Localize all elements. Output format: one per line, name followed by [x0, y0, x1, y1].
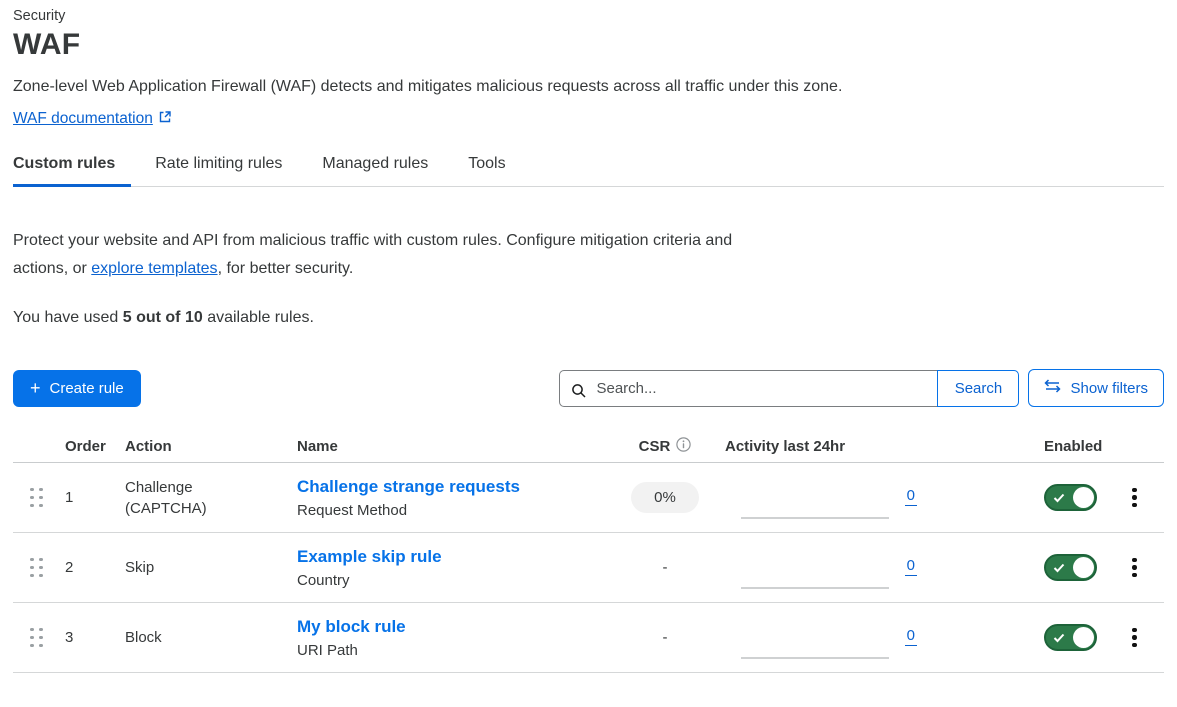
- tab-managed-rules[interactable]: Managed rules: [322, 155, 444, 186]
- drag-handle[interactable]: [30, 558, 43, 578]
- table-row: 2 Skip Example skip rule Country - 0: [13, 533, 1164, 603]
- usage-before: You have used: [13, 309, 123, 326]
- table-row: 3 Block My block rule URI Path - 0: [13, 603, 1164, 673]
- tab-custom-rules[interactable]: Custom rules: [13, 155, 131, 186]
- toolbar: + Create rule Search Show filters: [13, 369, 1164, 407]
- check-icon: [1053, 563, 1065, 573]
- enabled-toggle[interactable]: [1044, 624, 1097, 651]
- activity-sparkline: [741, 517, 889, 519]
- activity-sparkline: [741, 657, 889, 659]
- rule-name-link[interactable]: Example skip rule: [297, 547, 619, 567]
- header-name: Name: [283, 438, 619, 455]
- header-enabled: Enabled: [1034, 438, 1124, 455]
- intro-text: Protect your website and API from malici…: [13, 227, 758, 283]
- tab-rate-limiting-rules[interactable]: Rate limiting rules: [155, 155, 298, 186]
- toggle-knob: [1073, 627, 1094, 648]
- show-filters-label: Show filters: [1070, 380, 1148, 397]
- search-input[interactable]: [559, 370, 937, 407]
- check-icon: [1053, 493, 1065, 503]
- create-rule-label: Create rule: [50, 380, 124, 397]
- row-menu-button[interactable]: [1124, 482, 1145, 514]
- table-header-row: Order Action Name CSR Activity last 24hr…: [13, 431, 1164, 463]
- rule-name-link[interactable]: My block rule: [297, 617, 619, 637]
- header-csr: CSR: [619, 437, 711, 456]
- external-link-icon: [158, 110, 172, 129]
- explore-templates-link[interactable]: explore templates: [91, 260, 217, 277]
- activity-sparkline: [741, 587, 889, 589]
- enabled-toggle[interactable]: [1044, 484, 1097, 511]
- plus-icon: +: [30, 379, 41, 397]
- info-icon[interactable]: [676, 437, 691, 456]
- rule-field: Request Method: [297, 502, 619, 519]
- rule-action: Skip: [111, 557, 221, 578]
- rule-name-link[interactable]: Challenge strange requests: [297, 477, 619, 497]
- drag-handle[interactable]: [30, 488, 43, 508]
- drag-handle[interactable]: [30, 628, 43, 648]
- usage-count: 5 out of 10: [123, 309, 203, 326]
- page-title: WAF: [13, 28, 1164, 62]
- rule-order: 3: [59, 629, 111, 646]
- waf-page: Security WAF Zone-level Web Application …: [0, 0, 1177, 673]
- swap-arrows-icon: [1044, 379, 1061, 397]
- rule-action: Challenge (CAPTCHA): [111, 477, 221, 519]
- rules-table: Order Action Name CSR Activity last 24hr…: [13, 431, 1164, 673]
- toggle-knob: [1073, 557, 1094, 578]
- csr-value: -: [663, 559, 668, 576]
- breadcrumb: Security: [13, 8, 1164, 24]
- intro-after: , for better security.: [218, 260, 354, 277]
- page-description: Zone-level Web Application Firewall (WAF…: [13, 78, 1164, 96]
- rule-field: URI Path: [297, 642, 619, 659]
- search-group: Search Show filters: [559, 369, 1164, 407]
- waf-documentation-link[interactable]: WAF documentation: [13, 110, 153, 127]
- toggle-knob: [1073, 487, 1094, 508]
- activity-count-link[interactable]: 0: [905, 627, 917, 646]
- activity-count-link[interactable]: 0: [905, 557, 917, 576]
- csr-value: -: [663, 629, 668, 646]
- rule-action: Block: [111, 627, 221, 648]
- enabled-toggle[interactable]: [1044, 554, 1097, 581]
- row-menu-button[interactable]: [1124, 622, 1145, 654]
- header-order: Order: [59, 438, 111, 455]
- rule-order: 1: [59, 489, 111, 506]
- check-icon: [1053, 633, 1065, 643]
- header-action: Action: [111, 438, 283, 455]
- usage-after: available rules.: [203, 309, 314, 326]
- show-filters-button[interactable]: Show filters: [1028, 369, 1164, 407]
- search-button[interactable]: Search: [937, 370, 1019, 407]
- rule-field: Country: [297, 572, 619, 589]
- activity-count-link[interactable]: 0: [905, 487, 917, 506]
- usage-text: You have used 5 out of 10 available rule…: [13, 309, 1164, 327]
- header-activity: Activity last 24hr: [711, 438, 943, 455]
- tab-tools[interactable]: Tools: [468, 155, 521, 186]
- tab-bar: Custom rules Rate limiting rules Managed…: [13, 155, 1164, 187]
- table-row: 1 Challenge (CAPTCHA) Challenge strange …: [13, 463, 1164, 533]
- csr-badge: 0%: [631, 482, 699, 513]
- create-rule-button[interactable]: + Create rule: [13, 370, 141, 407]
- rule-order: 2: [59, 559, 111, 576]
- row-menu-button[interactable]: [1124, 552, 1145, 584]
- header-csr-label: CSR: [639, 438, 671, 455]
